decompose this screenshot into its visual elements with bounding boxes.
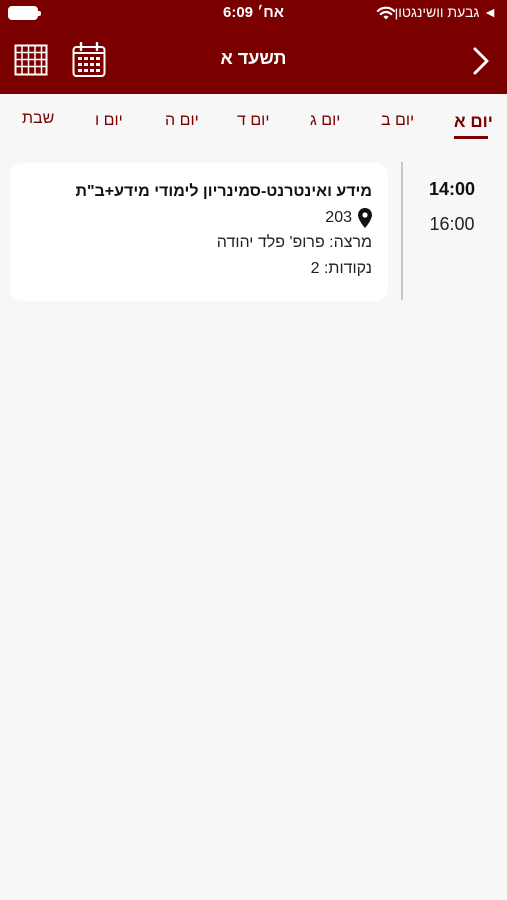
back-chevron-icon[interactable] — [471, 46, 491, 76]
carrier-name: ◄ גבעת וושינגטון — [395, 4, 497, 20]
status-bar: 6:09 אח׳ ◄ גבעת וושינגטון — [0, 0, 507, 28]
wifi-icon — [376, 6, 396, 20]
location-pin-icon — [358, 208, 372, 228]
tab-day-c[interactable]: יום ג — [310, 112, 340, 130]
active-tab-indicator — [454, 136, 488, 139]
course-title: מידע ואינטרנט-סמינריון לימודי מידע+ב"ת — [75, 183, 372, 200]
page-title: תשעד א — [220, 48, 287, 68]
app-header: 6:09 אח׳ ◄ גבעת וושינגטון תשעד א — [0, 0, 507, 94]
course-credits: נקודות: 2 — [310, 260, 372, 277]
tab-day-a[interactable]: יום א — [454, 112, 493, 132]
timeline-divider — [401, 162, 403, 300]
tab-day-d[interactable]: יום ד — [237, 112, 269, 130]
course-room: 203 — [325, 208, 372, 228]
nav-bar: תשעד א — [0, 28, 507, 94]
course-lecturer: מרצה: פרופ' פלד יהודה — [216, 234, 372, 251]
day-tabs: יום א יום ב יום ג יום ד יום ה יום ו שבת — [0, 94, 507, 146]
carrier-label: גבעת וושינגטון — [394, 4, 480, 20]
tab-day-f[interactable]: יום ו — [95, 112, 123, 130]
location-arrow-icon: ◄ — [483, 4, 497, 20]
tab-day-e[interactable]: יום ה — [165, 112, 199, 130]
tab-shabbat[interactable]: שבת — [22, 110, 54, 128]
room-number: 203 — [325, 209, 352, 226]
course-card[interactable]: מידע ואינטרנט-סמינריון לימודי מידע+ב"ת 2… — [10, 163, 388, 301]
event-end-time: 16:00 — [429, 214, 475, 234]
event-start-time: 14:00 — [428, 179, 476, 199]
tab-day-b[interactable]: יום ב — [381, 112, 414, 130]
